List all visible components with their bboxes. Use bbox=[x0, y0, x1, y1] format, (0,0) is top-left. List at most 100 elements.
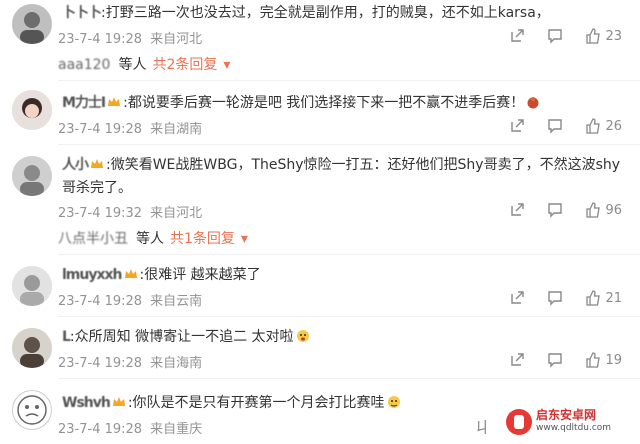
share-button[interactable]: ㄐ bbox=[474, 414, 490, 438]
emoji-icon bbox=[296, 330, 309, 342]
avatar[interactable] bbox=[12, 4, 52, 44]
more-replies-link[interactable]: 共1条回复 bbox=[170, 231, 235, 247]
reply-summary: 八点半小丑 等人 共1条回复 ▾ bbox=[58, 228, 248, 248]
comment-meta: 23-7-4 19:28 来自云南 bbox=[58, 290, 210, 309]
comment-actions: 21 bbox=[509, 290, 622, 306]
chevron-down-icon[interactable]: ▾ bbox=[241, 231, 248, 247]
comment-icon bbox=[548, 291, 563, 306]
share-button[interactable] bbox=[509, 290, 525, 306]
username[interactable]: L bbox=[62, 329, 71, 345]
comment-actions: 23 bbox=[509, 28, 622, 44]
comment-meta: 23-7-4 19:28 来自重庆 bbox=[58, 418, 210, 437]
timestamp: 23-7-4 19:28 bbox=[58, 32, 143, 47]
thumbs-up-icon bbox=[586, 28, 601, 44]
username[interactable]: lmuyxxh bbox=[62, 267, 123, 283]
divider bbox=[58, 378, 640, 379]
comment-text: :打野三路一次也没去过，完全就是副作用，打的贼臭，还不如上karsa， bbox=[101, 5, 550, 21]
comment-text: :微笑看WE战胜WBG，TheShy惊险一打五：还好他们把Shy哥卖了，不然这波… bbox=[62, 157, 621, 196]
share-icon bbox=[511, 353, 525, 366]
share-icon bbox=[511, 119, 525, 132]
comment-text-line: 人小:微笑看WE战胜WBG，TheShy惊险一打五：还好他们把Shy哥卖了，不然… bbox=[62, 154, 622, 200]
username[interactable]: M力士I bbox=[62, 95, 106, 111]
thumbs-up-icon bbox=[586, 202, 601, 218]
crown-icon bbox=[112, 397, 125, 406]
username[interactable]: 卜卜卜 bbox=[62, 5, 102, 21]
divider bbox=[58, 80, 640, 81]
watermark-title: 启东安卓网 bbox=[536, 408, 597, 422]
comment-meta: 23-7-4 19:32 来自河北 bbox=[58, 202, 210, 221]
location: 来自云南 bbox=[150, 294, 203, 309]
comment-button[interactable] bbox=[547, 290, 563, 306]
location: 来自重庆 bbox=[150, 422, 203, 437]
crown-icon bbox=[91, 159, 103, 168]
location: 来自河北 bbox=[150, 206, 203, 221]
like-button[interactable]: 21 bbox=[585, 290, 622, 306]
timestamp: 23-7-4 19:28 bbox=[58, 122, 143, 137]
like-count: 21 bbox=[605, 290, 622, 306]
avatar[interactable] bbox=[12, 156, 52, 196]
comment-meta: 23-7-4 19:28 来自河北 bbox=[58, 28, 210, 47]
comment-button[interactable] bbox=[547, 118, 563, 134]
comment-actions: ㄐ bbox=[474, 414, 490, 438]
comment-meta: 23-7-4 19:28 来自湖南 bbox=[58, 118, 210, 137]
watermark-logo-icon bbox=[506, 409, 532, 435]
avatar[interactable] bbox=[12, 328, 52, 368]
like-button[interactable]: 23 bbox=[585, 28, 622, 44]
divider bbox=[58, 316, 640, 317]
like-count: 26 bbox=[605, 118, 622, 134]
comment-button[interactable] bbox=[547, 202, 563, 218]
location: 来自湖南 bbox=[150, 122, 203, 137]
comment-icon bbox=[548, 353, 563, 368]
reply-suffix: 等人 bbox=[136, 231, 164, 247]
watermark-url: www.qdltdu.com bbox=[536, 423, 612, 433]
crown-icon bbox=[124, 269, 137, 278]
like-button[interactable]: 19 bbox=[585, 352, 622, 368]
reply-suffix: 等人 bbox=[118, 57, 147, 73]
emoji-icon bbox=[527, 97, 539, 109]
site-watermark: 启东安卓网 www.qdltdu.com bbox=[506, 408, 634, 436]
username[interactable]: Wshvh bbox=[62, 395, 111, 411]
comment-actions: 96 bbox=[509, 202, 622, 218]
comment-actions: 26 bbox=[509, 118, 622, 134]
thumbs-up-icon bbox=[586, 118, 601, 134]
comment-button[interactable] bbox=[547, 352, 563, 368]
comment-button[interactable] bbox=[547, 28, 563, 44]
chevron-down-icon[interactable]: ▾ bbox=[223, 57, 230, 73]
reply-username[interactable]: aaa120 bbox=[58, 57, 110, 73]
avatar[interactable] bbox=[12, 266, 52, 306]
divider bbox=[58, 144, 640, 145]
share-button[interactable] bbox=[509, 352, 525, 368]
share-button[interactable] bbox=[509, 28, 525, 44]
comment-text: :众所周知 微博寄让一不追二 太对啦 bbox=[69, 329, 294, 345]
comment-text-line: lmuyxxh :很难评 越来越菜了 bbox=[62, 264, 622, 287]
timestamp: 23-7-4 19:28 bbox=[58, 422, 143, 437]
comment-text: :很难评 越来越菜了 bbox=[139, 267, 261, 283]
like-button[interactable]: 96 bbox=[585, 202, 622, 218]
location: 来自河北 bbox=[150, 32, 203, 47]
like-count: 19 bbox=[605, 352, 622, 368]
like-count: 23 bbox=[605, 28, 622, 44]
avatar[interactable] bbox=[12, 390, 52, 430]
username[interactable]: 人小 bbox=[62, 157, 89, 173]
thumbs-up-icon bbox=[586, 352, 601, 368]
like-count: 96 bbox=[605, 202, 622, 218]
crown-icon bbox=[108, 97, 121, 106]
share-button[interactable] bbox=[509, 202, 525, 218]
share-button[interactable] bbox=[509, 118, 525, 134]
location: 来自海南 bbox=[150, 356, 203, 371]
divider bbox=[58, 254, 640, 255]
comment-icon bbox=[548, 119, 563, 134]
more-replies-link[interactable]: 共2条回复 bbox=[152, 57, 217, 73]
share-icon bbox=[511, 29, 525, 42]
comment-icon bbox=[548, 29, 563, 44]
reply-username[interactable]: 八点半小丑 bbox=[58, 231, 128, 247]
comment-text: :都说要季后赛一轮游是吧 我们选择接下来一把不赢不进季后赛！ bbox=[123, 95, 525, 111]
comment-text-line: L:众所周知 微博寄让一不追二 太对啦 bbox=[62, 326, 622, 349]
comment-text-line: 卜卜卜:打野三路一次也没去过，完全就是副作用，打的贼臭，还不如上karsa， bbox=[62, 2, 622, 25]
avatar[interactable] bbox=[12, 90, 52, 130]
like-button[interactable]: 26 bbox=[585, 118, 622, 134]
emoji-icon bbox=[387, 396, 400, 408]
timestamp: 23-7-4 19:28 bbox=[58, 356, 143, 371]
comment-icon bbox=[548, 203, 563, 218]
comment-actions: 19 bbox=[509, 352, 622, 368]
